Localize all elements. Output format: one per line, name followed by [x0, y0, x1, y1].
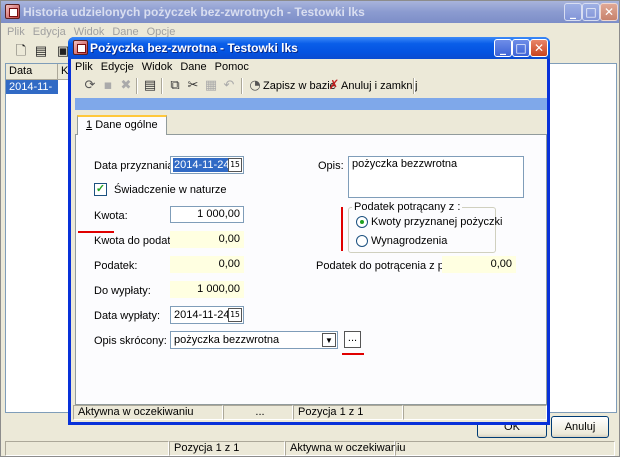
history-statusbar: Pozycja 1 z 1 Aktywna w oczekiwaniu	[5, 441, 617, 456]
menu-edycje[interactable]: Edycje	[97, 59, 138, 75]
menu-dane[interactable]: Dane	[176, 59, 210, 75]
status-cell-empty-2	[395, 441, 615, 456]
payroll-tax-label: Podatek do potrącenia z płac:	[316, 260, 461, 272]
app-icon	[5, 4, 20, 19]
browse-highlight-underline	[342, 353, 364, 355]
status-state: Aktywna w oczekiwaniu	[285, 441, 406, 456]
short-description-value: pożyczka bezzwrotna	[174, 334, 280, 346]
payroll-tax-value: 0,00	[442, 256, 516, 273]
minimize-icon[interactable]: _	[494, 39, 512, 57]
tax-value: 0,00	[170, 256, 244, 273]
toolbar-separator	[413, 78, 415, 94]
new-document-icon[interactable]: 🗋	[11, 42, 31, 60]
browse-button[interactable]: ...	[344, 331, 361, 348]
status-cell-empty	[403, 405, 547, 420]
radio-salary[interactable]	[356, 235, 368, 247]
save-db-icon: ◔	[249, 78, 261, 93]
cut-icon[interactable]: ✂	[184, 77, 202, 95]
loan-dialog-title: Pożyczka bez-zwrotna - Testowki lks	[90, 41, 298, 55]
payout-date-value: 2014-11-24	[174, 309, 230, 321]
amount-field[interactable]: 1 000,00	[170, 206, 244, 223]
loan-dialog-toolbar: ⟳ ▪ ✖ ▤ ⧉ ✂ ▦ ↶ ◔ Zapisz w bazie ✗ Anulu…	[73, 76, 545, 96]
toolbar-separator	[241, 78, 243, 94]
status-position: Pozycja 1 z 1	[293, 405, 403, 420]
short-description-combo[interactable]: pożyczka bezzwrotna ▼	[170, 331, 338, 349]
payout-label: Do wypłaty:	[94, 285, 151, 297]
loan-dialog-titlebar[interactable]: Pożyczka bez-zwrotna - Testowki lks _ □ …	[68, 37, 550, 59]
header-band	[75, 98, 547, 110]
status-state: Aktywna w oczekiwaniu	[73, 405, 223, 420]
copy-icon[interactable]: ⧉	[166, 77, 184, 95]
toolbar-separator	[161, 78, 163, 94]
description-label: Opis:	[318, 160, 344, 172]
tab-shortcut: 1	[86, 119, 93, 131]
minimize-icon[interactable]: _	[564, 3, 582, 21]
payout-date-picker[interactable]: 2014-11-24 15	[170, 306, 244, 324]
paste-icon[interactable]: ▦	[202, 77, 220, 95]
properties-icon[interactable]: ▤	[141, 77, 159, 95]
calendar-icon[interactable]: 15	[228, 158, 242, 172]
menu-plik[interactable]: Plik	[71, 59, 97, 75]
status-ellipsis: ...	[223, 405, 293, 420]
chevron-down-icon[interactable]: ▼	[322, 333, 336, 347]
short-description-label: Opis skrócony:	[94, 335, 167, 347]
loan-dialog-statusbar: Aktywna w oczekiwaniu ... Pozycja 1 z 1	[73, 405, 549, 421]
tab-dane-ogolne[interactable]: 1 Dane ogólne	[77, 115, 167, 135]
menu-plik[interactable]: Plik	[3, 24, 29, 40]
menu-pomoc[interactable]: Pomoc	[211, 59, 253, 75]
in-kind-benefit-label: Świadczenie w naturze	[114, 184, 227, 196]
history-window-title: Historia udzielonych pożyczek bez-zwrotn…	[23, 5, 365, 19]
amount-highlight-underline	[78, 231, 114, 233]
properties-icon[interactable]: ▤	[31, 42, 51, 60]
cancel-and-close-button[interactable]: Anuluj i zamknij	[341, 77, 417, 95]
radio-loan-amount[interactable]	[356, 216, 368, 228]
loan-dialog-menubar: Plik Edycje Widok Dane Pomoc	[71, 59, 547, 75]
refresh-icon[interactable]: ⟳	[81, 77, 99, 95]
amount-label: Kwota:	[94, 210, 128, 222]
tax-source-group-title: Podatek potrącany z :	[352, 201, 463, 213]
tab-label: Dane ogólne	[95, 119, 158, 131]
cancel-button[interactable]: Anuluj	[551, 416, 609, 438]
radio-loan-amount-label: Kwoty przyznanej pożyczki	[371, 216, 503, 228]
status-position: Pozycja 1 z 1	[169, 441, 285, 456]
toolbar-separator	[136, 78, 138, 94]
maximize-icon[interactable]: □	[512, 39, 530, 57]
menu-edycja[interactable]: Edycja	[29, 24, 70, 40]
description-textarea[interactable]: pożyczka bezzwrotna	[348, 156, 524, 198]
payout-value: 1 000,00	[170, 281, 244, 298]
list-item[interactable]: 2014-11-24	[6, 80, 58, 107]
grant-date-value: 2014-11-24	[173, 158, 231, 172]
history-window-titlebar[interactable]: Historia udzielonych pożyczek bez-zwrotn…	[1, 1, 619, 23]
status-cell-empty	[5, 441, 169, 456]
taxable-amount-value: 0,00	[170, 231, 244, 248]
loan-dialog: Pożyczka bez-zwrotna - Testowki lks _ □ …	[68, 37, 550, 425]
general-data-panel: Data przyznania: 2014-11-24 15 ✓ Świadcz…	[75, 135, 547, 405]
in-kind-benefit-checkbox[interactable]: ✓	[94, 183, 107, 196]
close-icon[interactable]: ✕	[530, 39, 548, 57]
undo-icon[interactable]: ↶	[220, 77, 238, 95]
maximize-icon[interactable]: □	[582, 3, 600, 21]
delete-icon[interactable]: ✖	[117, 77, 135, 95]
tab-strip: 1 Dane ogólne	[75, 115, 547, 135]
app-icon	[73, 40, 88, 55]
grant-date-label: Data przyznania:	[94, 160, 177, 172]
tax-label: Podatek:	[94, 260, 138, 272]
grant-date-picker[interactable]: 2014-11-24 15	[170, 156, 244, 174]
menu-widok[interactable]: Widok	[138, 59, 177, 75]
column-header-date[interactable]: Data przy...	[6, 64, 58, 92]
tax-group-highlight-bar	[341, 207, 343, 251]
close-icon[interactable]: ✕	[600, 3, 618, 21]
payout-date-label: Data wypłaty:	[94, 310, 161, 322]
calendar-icon[interactable]: 15	[228, 308, 242, 322]
save-disk-icon[interactable]: ▪	[99, 77, 117, 95]
radio-salary-label: Wynagrodzenia	[371, 235, 448, 247]
